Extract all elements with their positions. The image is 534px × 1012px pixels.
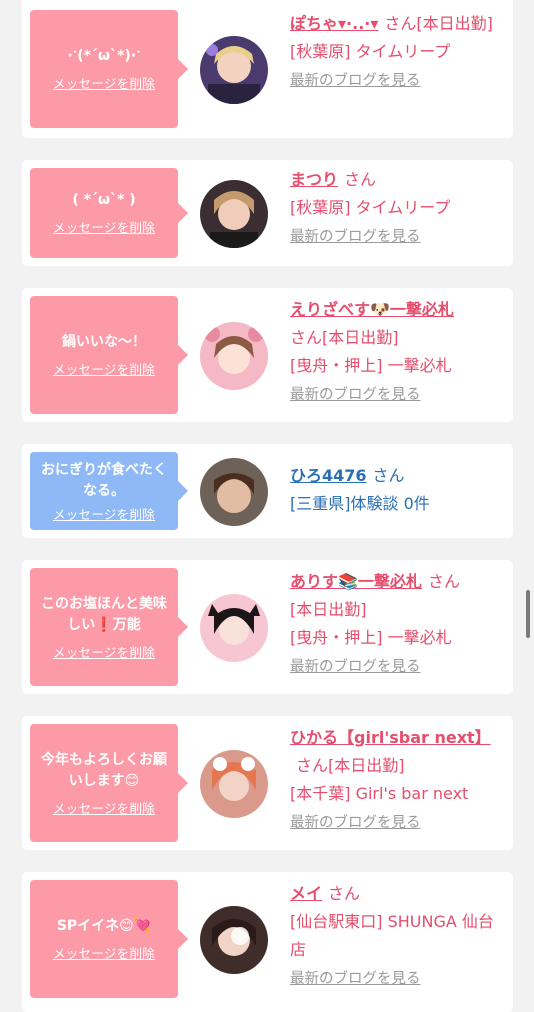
- avatar-image: [200, 36, 268, 104]
- card-info: ひかる【girl'sbar next】さん[本日出勤] [本千葉] Girl's…: [290, 724, 505, 837]
- message-bubble: 今年もよろしくお願いします😊 メッセージを削除: [30, 724, 188, 842]
- message-text: 今年もよろしくお願いします😊: [41, 751, 167, 789]
- honorific: さん: [290, 328, 323, 347]
- message-card: おにぎりが食べたくなる。 メッセージを削除 ひろ4476 さん [三重県]体験談 …: [22, 444, 513, 538]
- delete-message-link[interactable]: メッセージを削除: [53, 798, 155, 817]
- message-text: ( *´ω`* ): [72, 192, 136, 208]
- user-name-link[interactable]: えりざべす🐶一撃必札: [290, 300, 454, 319]
- avatar-image: [200, 750, 268, 818]
- message-bubble: ·ॱ(*´ω`*)·ॱ メッセージを削除: [30, 10, 188, 128]
- avatar[interactable]: [200, 750, 268, 818]
- message-bubble: ( *´ω`* ) メッセージを削除: [30, 168, 188, 258]
- message-text: このお塩ほんと美味しい❗️万能: [41, 595, 167, 633]
- honorific: さん: [384, 14, 417, 33]
- latest-blog-link[interactable]: 最新のブログを見る: [290, 659, 421, 675]
- status-text: [本日出勤]: [290, 600, 367, 619]
- latest-blog-link[interactable]: 最新のブログを見る: [290, 815, 421, 831]
- avatar[interactable]: [200, 180, 268, 248]
- status-text: [本日出勤]: [322, 328, 399, 347]
- message-bubble: 鍋いいな〜！ メッセージを削除: [30, 296, 188, 414]
- status-text: [本日出勤]: [328, 756, 405, 775]
- avatar-image: [200, 458, 268, 526]
- honorific: さん: [344, 170, 377, 189]
- user-name-link[interactable]: まつり: [290, 170, 338, 189]
- shop-text: [本千葉] Girl's bar next: [290, 784, 469, 803]
- user-name-link[interactable]: ぽちゃ▾·..·▾: [290, 14, 378, 33]
- card-info: ぽちゃ▾·..·▾ さん[本日出勤] [秋葉原] タイムリープ 最新のブログを見る: [290, 10, 505, 95]
- message-bubble: おにぎりが食べたくなる。 メッセージを削除: [30, 452, 188, 530]
- delete-message-link[interactable]: メッセージを削除: [53, 642, 155, 661]
- scrollbar-thumb[interactable]: [526, 590, 530, 638]
- user-name-link[interactable]: メイ: [290, 884, 322, 903]
- message-text: ·ॱ(*´ω`*)·ॱ: [67, 48, 141, 64]
- honorific: さん: [427, 572, 460, 591]
- shop-text: [曳舟・押上] 一撃必札: [290, 628, 452, 647]
- avatar[interactable]: [200, 36, 268, 104]
- avatar-image: [200, 906, 268, 974]
- honorific: さん: [328, 884, 361, 903]
- latest-blog-link[interactable]: 最新のブログを見る: [290, 387, 421, 403]
- card-info: ひろ4476 さん [三重県]体験談 0件: [290, 462, 505, 518]
- avatar[interactable]: [200, 906, 268, 974]
- honorific: さん: [372, 466, 405, 485]
- message-card: ( *´ω`* ) メッセージを削除 まつり さん [秋葉原] タイムリープ 最新…: [22, 160, 513, 266]
- delete-message-link[interactable]: メッセージを削除: [53, 359, 155, 378]
- delete-message-link[interactable]: メッセージを削除: [53, 73, 155, 92]
- user-name-link[interactable]: ありす📚一撃必札: [290, 572, 422, 591]
- user-name-link[interactable]: ひろ4476: [290, 466, 367, 485]
- delete-message-link[interactable]: メッセージを削除: [53, 504, 155, 523]
- card-info: ありす📚一撃必札 さん [本日出勤] [曳舟・押上] 一撃必札 最新のブログを見る: [290, 568, 505, 681]
- latest-blog-link[interactable]: 最新のブログを見る: [290, 73, 421, 89]
- avatar-image: [200, 594, 268, 662]
- shop-text: [秋葉原] タイムリープ: [290, 198, 451, 217]
- latest-blog-link[interactable]: 最新のブログを見る: [290, 229, 421, 245]
- message-text: 鍋いいな〜！: [62, 334, 146, 350]
- shop-text: [秋葉原] タイムリープ: [290, 42, 451, 61]
- honorific: さん: [296, 756, 329, 775]
- shop-text: [仙台駅東口] SHUNGA 仙台店: [290, 912, 494, 959]
- card-info: まつり さん [秋葉原] タイムリープ 最新のブログを見る: [290, 166, 505, 251]
- shop-text: [曳舟・押上] 一撃必札: [290, 356, 452, 375]
- card-info: えりざべす🐶一撃必札 さん[本日出勤] [曳舟・押上] 一撃必札 最新のブログを…: [290, 296, 505, 409]
- message-card: ·ॱ(*´ω`*)·ॱ メッセージを削除 ぽちゃ▾·..·▾ さん[本日出勤] […: [22, 0, 513, 138]
- latest-blog-link[interactable]: 最新のブログを見る: [290, 971, 421, 987]
- delete-message-link[interactable]: メッセージを削除: [53, 217, 155, 236]
- message-card: このお塩ほんと美味しい❗️万能 メッセージを削除 ありす📚一撃必札 さん [本日出…: [22, 560, 513, 694]
- card-info: メイ さん [仙台駅東口] SHUNGA 仙台店 最新のブログを見る: [290, 880, 505, 993]
- status-text: [本日出勤]: [416, 14, 493, 33]
- message-card: SPイイネ😊💘 メッセージを削除 メイ さん [仙台駅東口] SHUNGA 仙台店…: [22, 872, 513, 1012]
- avatar-image: [200, 180, 268, 248]
- delete-message-link[interactable]: メッセージを削除: [53, 943, 155, 962]
- message-bubble: SPイイネ😊💘 メッセージを削除: [30, 880, 188, 998]
- avatar-image: [200, 322, 268, 390]
- message-text: SPイイネ😊💘: [56, 918, 152, 934]
- message-card: 鍋いいな〜！ メッセージを削除 えりざべす🐶一撃必札 さん[本日出勤] [曳舟・…: [22, 288, 513, 422]
- review-count-text: [三重県]体験談 0件: [290, 494, 430, 513]
- avatar[interactable]: [200, 458, 268, 526]
- message-bubble: このお塩ほんと美味しい❗️万能 メッセージを削除: [30, 568, 188, 686]
- user-name-link[interactable]: ひかる【girl'sbar next】: [290, 728, 491, 747]
- avatar[interactable]: [200, 322, 268, 390]
- avatar[interactable]: [200, 594, 268, 662]
- message-text: おにぎりが食べたくなる。: [41, 461, 167, 499]
- message-card: 今年もよろしくお願いします😊 メッセージを削除 ひかる【girl'sbar ne…: [22, 716, 513, 850]
